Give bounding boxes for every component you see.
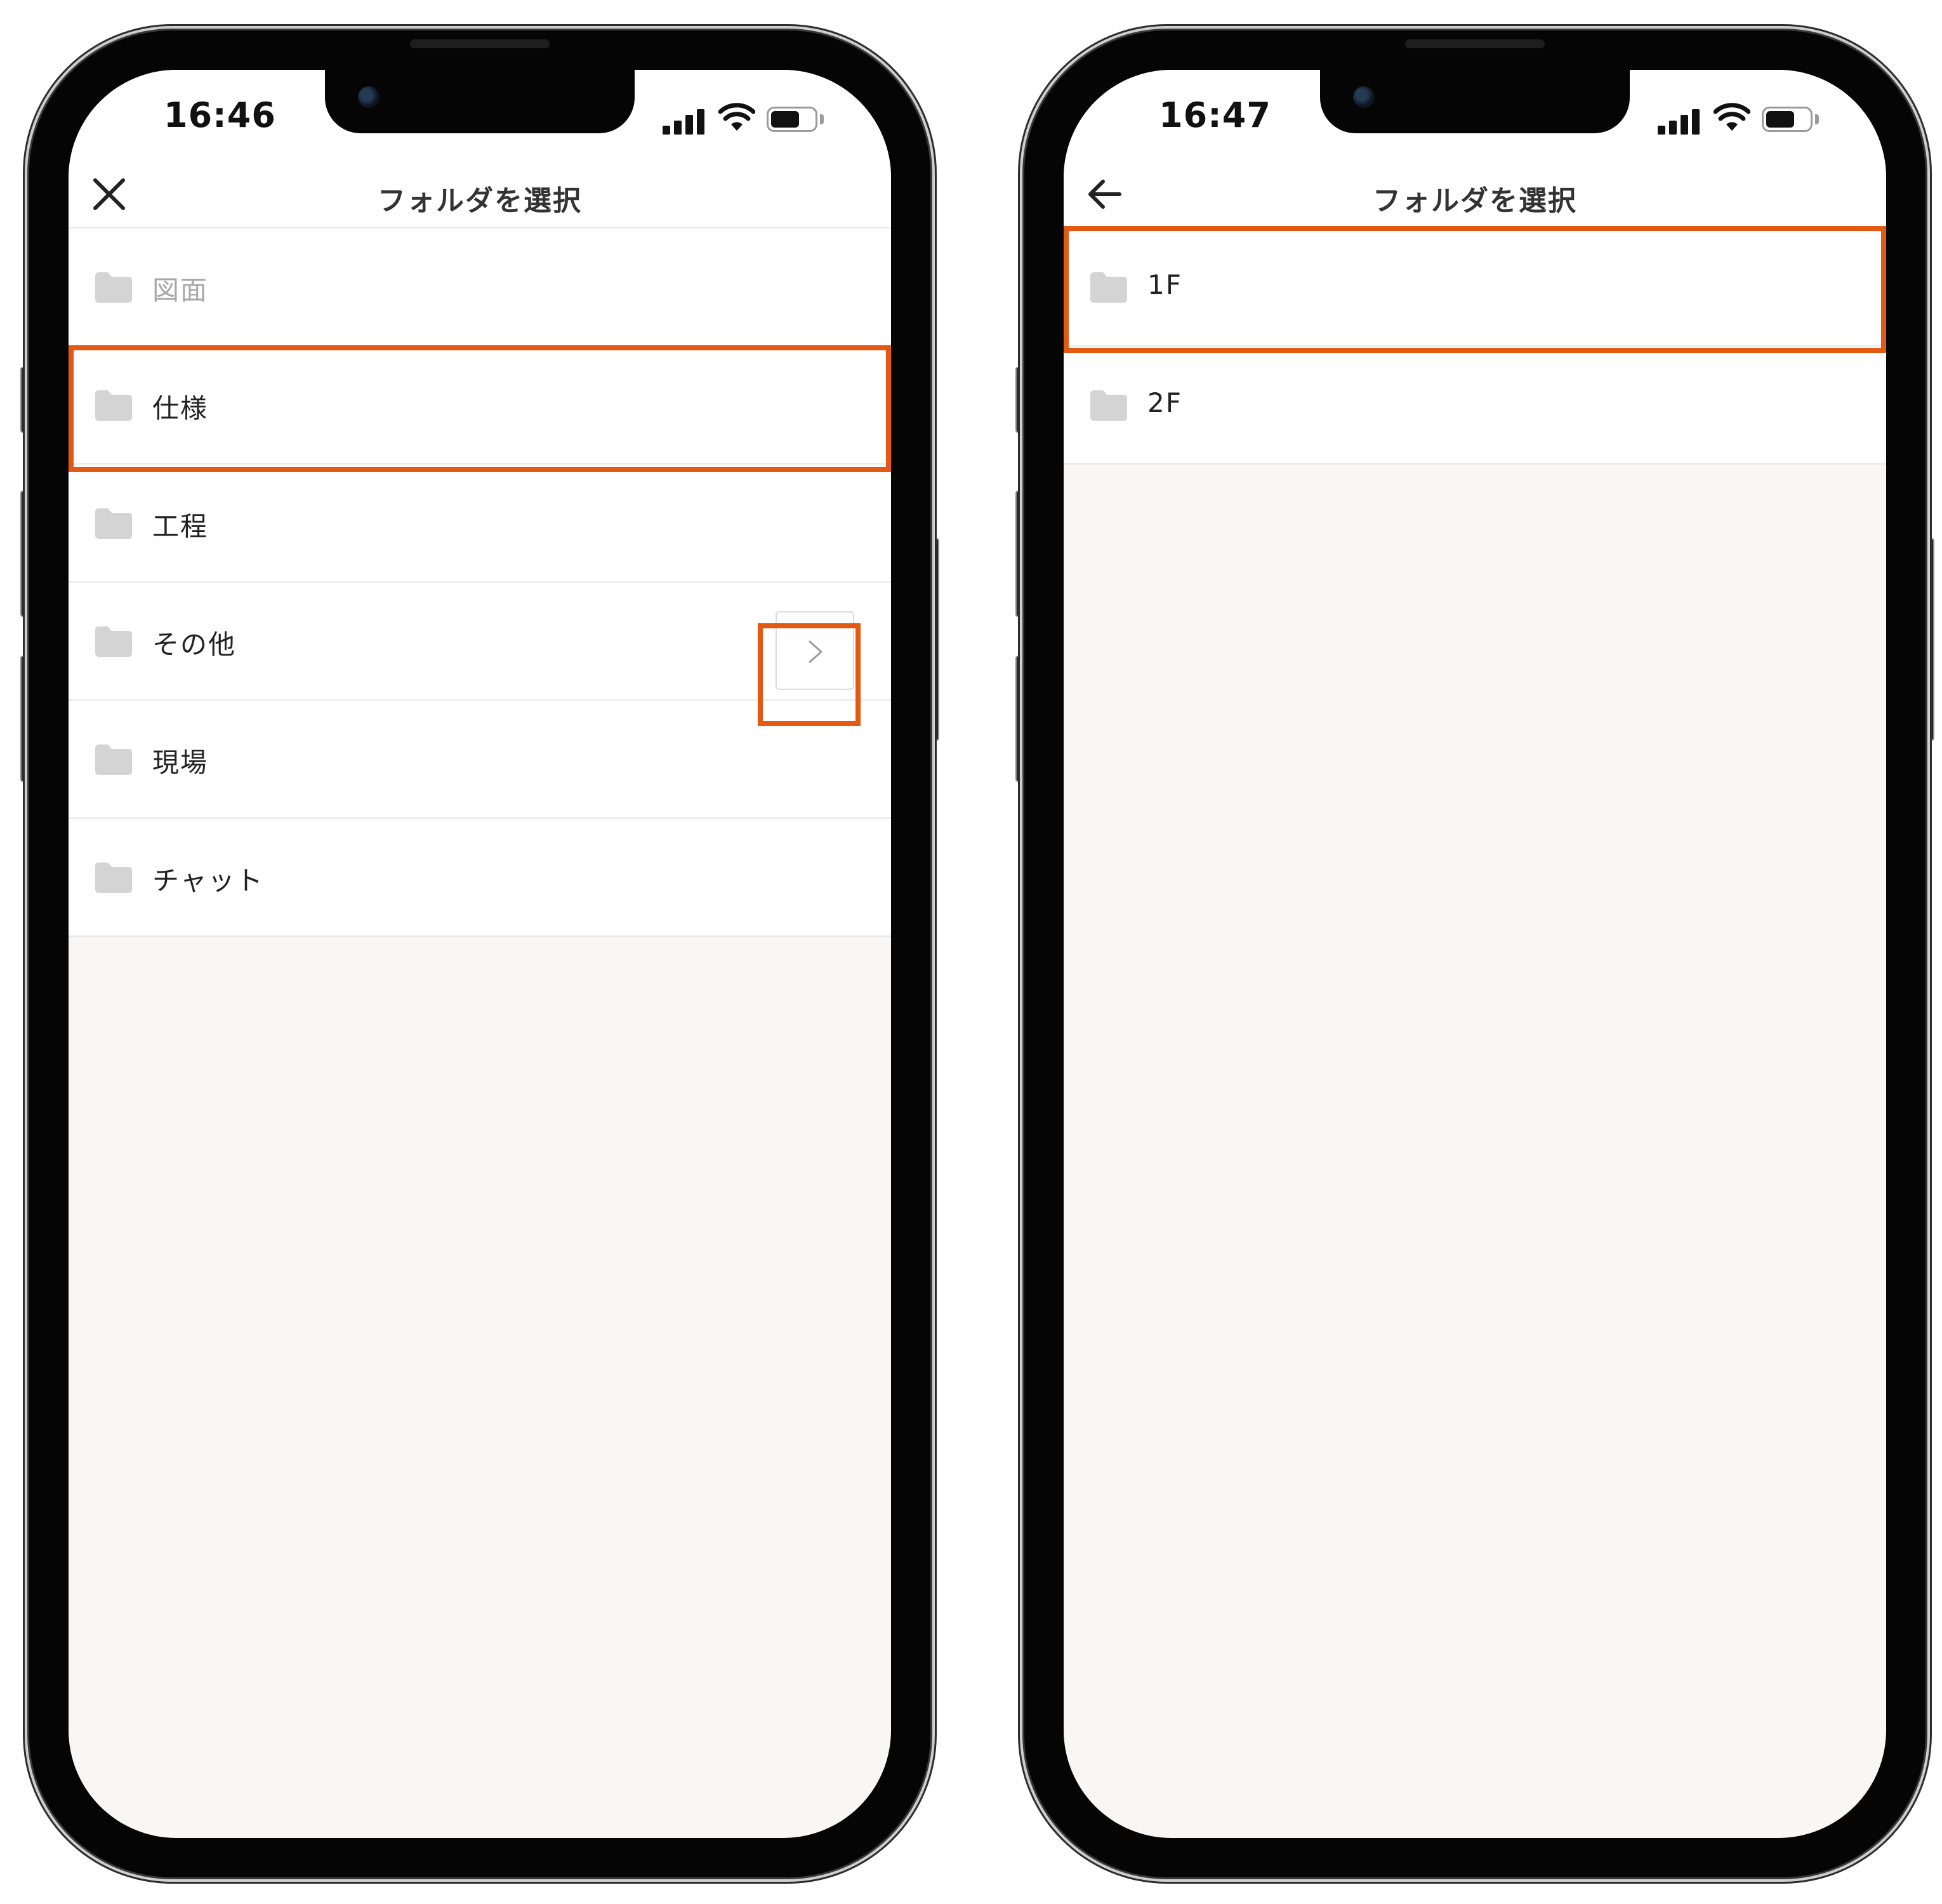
folder-row-genba[interactable]: 現場 xyxy=(69,701,891,819)
battery-icon xyxy=(767,107,817,132)
chevron-right-icon xyxy=(809,640,822,663)
folder-row-1f[interactable]: 1F xyxy=(1064,228,1886,347)
folder-label: 仕様 xyxy=(152,393,209,424)
folder-row-shiyou[interactable]: 仕様 xyxy=(69,347,891,465)
phone-frame: 16:47 フォルダを選択 1F 2F xyxy=(1024,30,1925,1877)
folder-label: 図面 xyxy=(152,275,209,306)
earpiece-speaker xyxy=(1405,39,1545,48)
folder-row-2f[interactable]: 2F xyxy=(1064,347,1886,465)
earpiece-speaker xyxy=(410,39,550,48)
battery-cap xyxy=(1815,114,1819,124)
status-time: 16:46 xyxy=(164,95,276,135)
folder-icon xyxy=(1090,390,1127,421)
folder-label: チャット xyxy=(152,865,264,896)
battery-icon xyxy=(1762,107,1813,132)
folder-label: 1F xyxy=(1147,269,1182,300)
folder-label: 2F xyxy=(1147,387,1182,418)
notch xyxy=(1320,70,1630,133)
screen: 16:46 フォルダを選択 図面 仕様 工程 その他 現場 チャット xyxy=(69,70,891,1838)
folder-icon xyxy=(95,863,132,893)
folder-row-sonota[interactable]: その他 xyxy=(69,583,891,701)
notch xyxy=(325,70,635,133)
battery-cap xyxy=(820,114,824,124)
cellular-signal-icon xyxy=(1658,109,1701,135)
folder-list: 1F 2F xyxy=(1064,228,1886,465)
power-button xyxy=(1924,538,1934,741)
app-bar: フォルダを選択 xyxy=(69,159,891,228)
folder-label: その他 xyxy=(152,629,237,660)
folder-icon xyxy=(95,744,132,775)
page-title: フォルダを選択 xyxy=(378,185,582,217)
phone-frame: 16:46 フォルダを選択 図面 仕様 工程 その他 現場 チャット xyxy=(29,30,930,1877)
wifi-icon xyxy=(1714,103,1750,131)
folder-row-koutei[interactable]: 工程 xyxy=(69,465,891,583)
status-time: 16:47 xyxy=(1159,95,1271,135)
folder-icon xyxy=(95,390,132,421)
folder-icon xyxy=(1090,272,1127,303)
folder-row-chat[interactable]: チャット xyxy=(69,819,891,937)
camera-icon xyxy=(1353,86,1375,108)
screen: 16:47 フォルダを選択 1F 2F xyxy=(1064,70,1886,1838)
folder-label: 現場 xyxy=(152,747,209,778)
folder-label: 工程 xyxy=(152,511,209,542)
folder-icon xyxy=(95,272,132,303)
app-bar: フォルダを選択 xyxy=(1064,159,1886,228)
folder-row-zumen: 図面 xyxy=(69,228,891,347)
wifi-icon xyxy=(718,103,755,131)
cellular-signal-icon xyxy=(663,109,706,135)
camera-icon xyxy=(358,86,380,108)
open-subfolder-button[interactable] xyxy=(776,611,854,690)
power-button xyxy=(929,538,939,741)
phone-left: 16:46 フォルダを選択 図面 仕様 工程 その他 現場 チャット xyxy=(20,30,939,1877)
phone-right: 16:47 フォルダを選択 1F 2F xyxy=(1015,30,1934,1877)
folder-list: 図面 仕様 工程 その他 現場 チャット xyxy=(69,228,891,937)
folder-icon xyxy=(95,626,132,657)
folder-icon xyxy=(95,508,132,539)
page-title: フォルダを選択 xyxy=(1373,185,1577,217)
